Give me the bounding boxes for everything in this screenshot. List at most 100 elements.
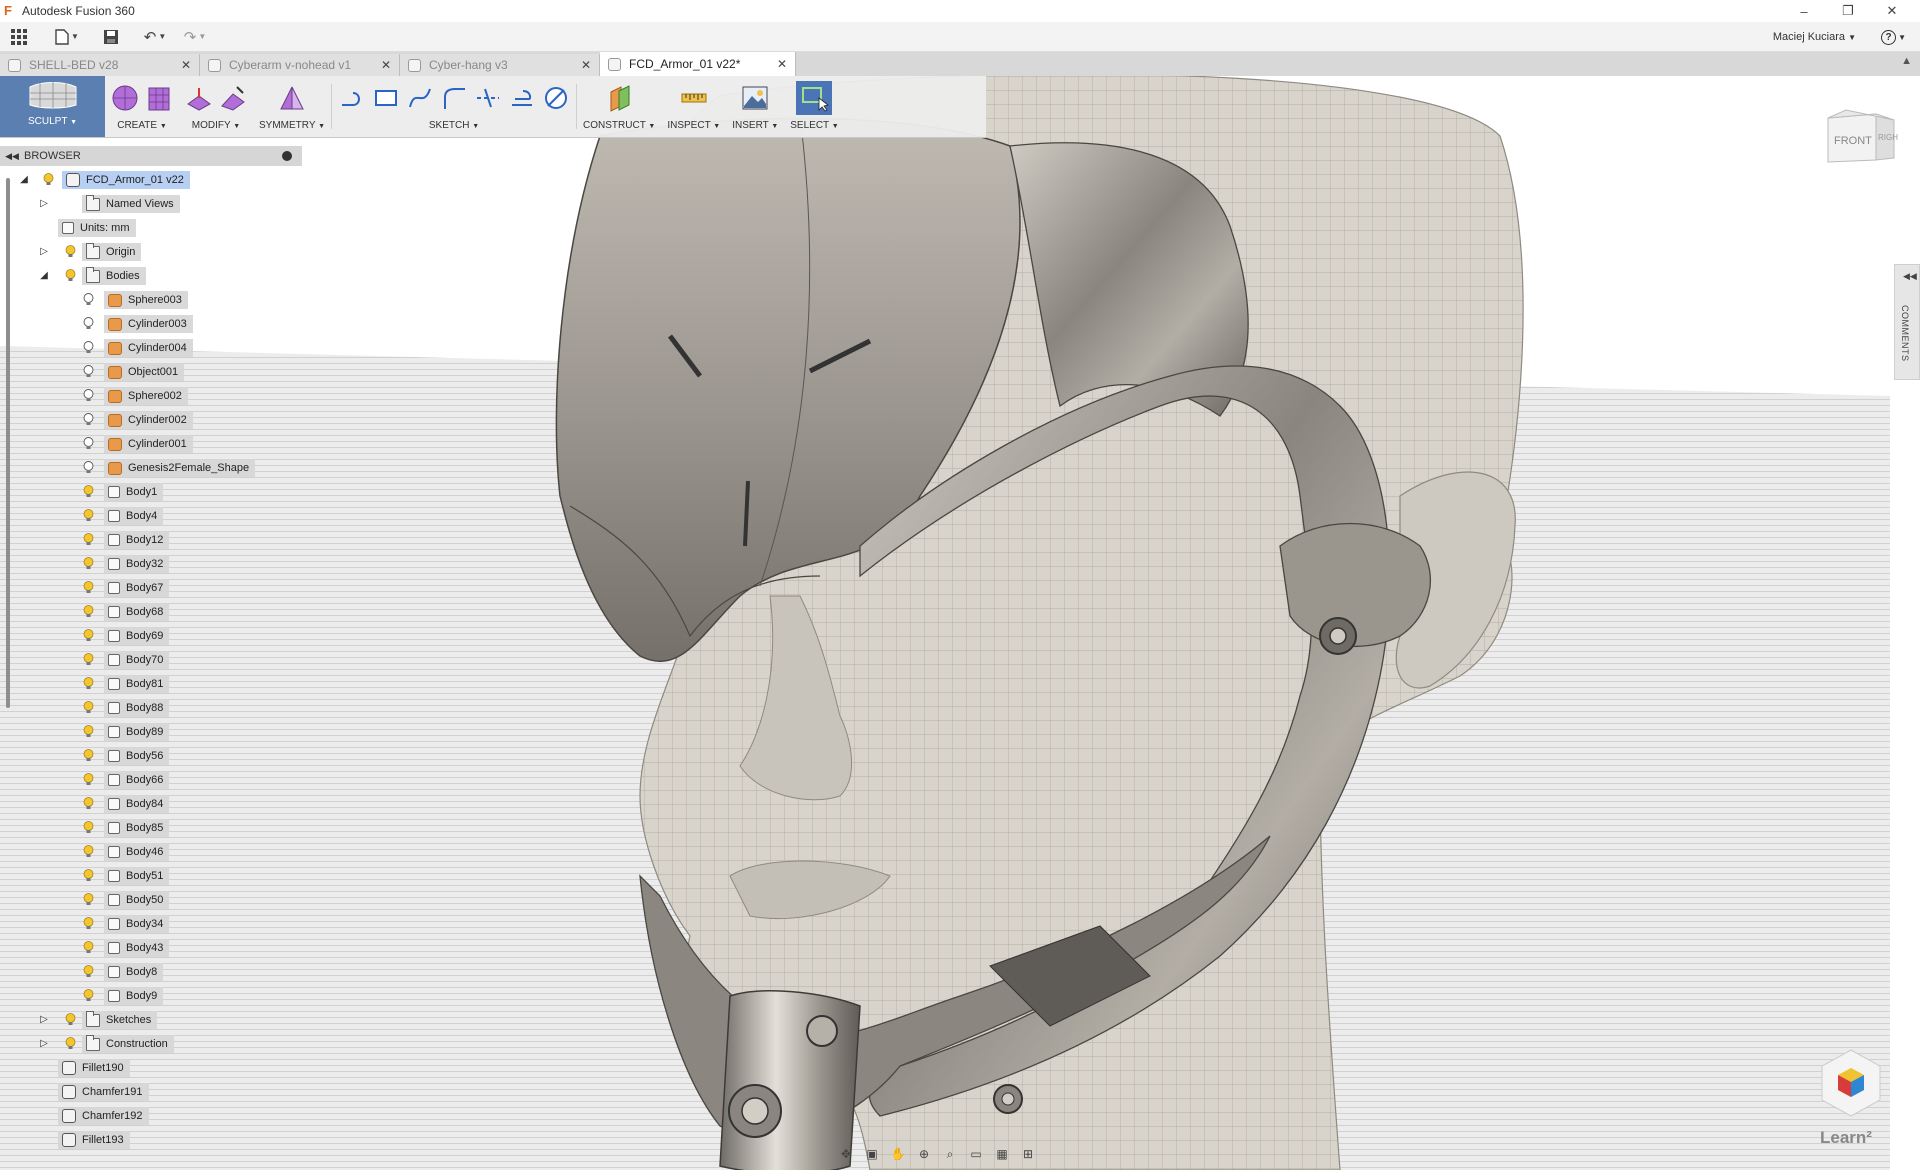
tree-item[interactable]: Chamfer192 [58, 1107, 149, 1125]
tree-item[interactable]: Sphere002 [104, 387, 188, 405]
tree-item[interactable]: Body8 [104, 963, 164, 981]
form-box-icon[interactable] [145, 84, 173, 112]
sketch-menu[interactable]: SKETCH ▼ [429, 120, 479, 131]
viewports-icon[interactable]: ⊞ [1018, 1145, 1038, 1163]
tree-item[interactable]: Body46 [104, 843, 170, 861]
close-icon[interactable]: ✕ [581, 58, 591, 72]
undo-icon[interactable]: ↶ ▼ [142, 24, 168, 50]
expand-triangle-icon[interactable]: ▷ [38, 1038, 50, 1050]
tree-item[interactable]: Units: mm [58, 219, 136, 237]
display-settings-icon[interactable]: ▭ [966, 1145, 986, 1163]
tree-item[interactable]: Body56 [104, 747, 170, 765]
trim-icon[interactable] [474, 84, 502, 112]
tree-item[interactable]: Body84 [104, 795, 170, 813]
expand-triangle-icon[interactable]: ▷ [38, 198, 50, 210]
offset-plane-icon[interactable] [605, 84, 633, 112]
tree-item[interactable]: Body1 [104, 483, 164, 501]
visibility-bulb-icon[interactable] [82, 917, 94, 931]
visibility-bulb-icon[interactable] [64, 1013, 76, 1027]
visibility-bulb-icon[interactable] [82, 845, 94, 859]
visibility-bulb-icon[interactable] [82, 773, 94, 787]
tab-shell-bed[interactable]: SHELL-BED v28 ✕ [0, 54, 200, 76]
learn-widget[interactable]: Learn² [1816, 1044, 1906, 1154]
visibility-bulb-icon[interactable] [82, 965, 94, 979]
visibility-bulb-icon[interactable] [42, 173, 54, 187]
file-menu-icon[interactable]: ▼ [54, 24, 80, 50]
tree-item[interactable]: Origin [82, 242, 142, 261]
visibility-bulb-icon[interactable] [82, 341, 94, 355]
root-component[interactable]: FCD_Armor_01 v22 [62, 171, 190, 189]
edit-form-icon[interactable] [185, 84, 213, 112]
tree-item[interactable]: Bodies [82, 266, 146, 285]
select-menu[interactable]: SELECT ▼ [790, 120, 838, 131]
tree-item[interactable]: Fillet193 [58, 1131, 130, 1149]
visibility-bulb-icon[interactable] [64, 245, 76, 259]
tree-item[interactable]: Body12 [104, 531, 170, 549]
zoom-window-icon[interactable]: ⌕ [940, 1145, 960, 1163]
3d-viewport[interactable] [0, 76, 1920, 1170]
modify-menu[interactable]: MODIFY ▼ [192, 120, 240, 131]
tree-item[interactable]: Body4 [104, 507, 164, 525]
visibility-bulb-icon[interactable] [82, 989, 94, 1003]
visibility-bulb-icon[interactable] [82, 725, 94, 739]
visibility-bulb-icon[interactable] [82, 677, 94, 691]
save-icon[interactable] [98, 24, 124, 50]
visibility-bulb-icon[interactable] [82, 461, 94, 475]
fillet-sketch-icon[interactable] [440, 84, 468, 112]
pin-icon[interactable] [282, 151, 292, 161]
tree-item[interactable]: Body81 [104, 675, 170, 693]
create-menu[interactable]: CREATE ▼ [117, 120, 167, 131]
attached-canvas-icon[interactable] [741, 84, 769, 112]
tree-item[interactable]: Named Views [82, 194, 180, 213]
tree-item[interactable]: Body34 [104, 915, 170, 933]
pan-icon[interactable]: ✋ [888, 1145, 908, 1163]
tree-item[interactable]: Body43 [104, 939, 170, 957]
visibility-bulb-icon[interactable] [82, 797, 94, 811]
expand-triangle-icon[interactable]: ▷ [38, 246, 50, 258]
tab-cyberarm[interactable]: Cyberarm v-nohead v1 ✕ [200, 54, 400, 76]
visibility-bulb-icon[interactable] [82, 941, 94, 955]
visibility-bulb-icon[interactable] [64, 269, 76, 283]
insert-menu[interactable]: INSERT ▼ [732, 120, 778, 131]
close-icon[interactable]: ✕ [381, 58, 391, 72]
visibility-bulb-icon[interactable] [82, 581, 94, 595]
tree-item[interactable]: Genesis2Female_Shape [104, 459, 256, 477]
tree-item[interactable]: Body66 [104, 771, 170, 789]
tree-item[interactable]: Chamfer191 [58, 1083, 149, 1101]
tree-item[interactable]: Body89 [104, 723, 170, 741]
user-menu[interactable]: Maciej Kuciara ▼ [1773, 22, 1856, 52]
tree-item[interactable]: Body88 [104, 699, 170, 717]
tree-item[interactable]: Body85 [104, 819, 170, 837]
visibility-bulb-icon[interactable] [64, 1037, 76, 1051]
tree-item[interactable]: Fillet190 [58, 1059, 130, 1077]
expand-comments-icon[interactable]: ◀◀ [1903, 271, 1917, 282]
collapse-browser-icon[interactable]: ◀◀ [0, 151, 24, 162]
close-button[interactable]: ✕ [1870, 0, 1914, 22]
close-icon[interactable]: ✕ [777, 57, 787, 71]
visibility-bulb-icon[interactable] [82, 821, 94, 835]
close-icon[interactable]: ✕ [181, 58, 191, 72]
visibility-bulb-icon[interactable] [82, 389, 94, 403]
visibility-bulb-icon[interactable] [82, 533, 94, 547]
tree-item[interactable]: Construction [82, 1034, 174, 1053]
look-at-icon[interactable]: ▣ [862, 1145, 882, 1163]
grid-settings-icon[interactable]: ▦ [992, 1145, 1012, 1163]
offset-icon[interactable] [508, 84, 536, 112]
tab-fcd-armor[interactable]: FCD_Armor_01 v22* ✕ [600, 52, 796, 76]
data-panel-grid-icon[interactable] [6, 24, 32, 50]
visibility-bulb-icon[interactable] [82, 293, 94, 307]
visibility-bulb-icon[interactable] [82, 557, 94, 571]
view-cube[interactable]: FRONT RIGHT [1824, 108, 1903, 168]
minimize-button[interactable]: – [1782, 0, 1826, 22]
browser-scrollbar[interactable] [6, 178, 10, 708]
visibility-bulb-icon[interactable] [82, 893, 94, 907]
redo-icon[interactable]: ↷ ▼ [182, 24, 208, 50]
collapse-triangle-icon[interactable]: ◢ [38, 270, 50, 282]
visibility-bulb-icon[interactable] [82, 749, 94, 763]
insert-edge-icon[interactable] [219, 84, 247, 112]
tree-item[interactable]: Object001 [104, 363, 185, 381]
workspace-switcher[interactable]: SCULPT ▼ [0, 76, 105, 137]
measure-icon[interactable] [680, 84, 708, 112]
rectangle-icon[interactable] [372, 84, 400, 112]
tree-item[interactable]: Body50 [104, 891, 170, 909]
